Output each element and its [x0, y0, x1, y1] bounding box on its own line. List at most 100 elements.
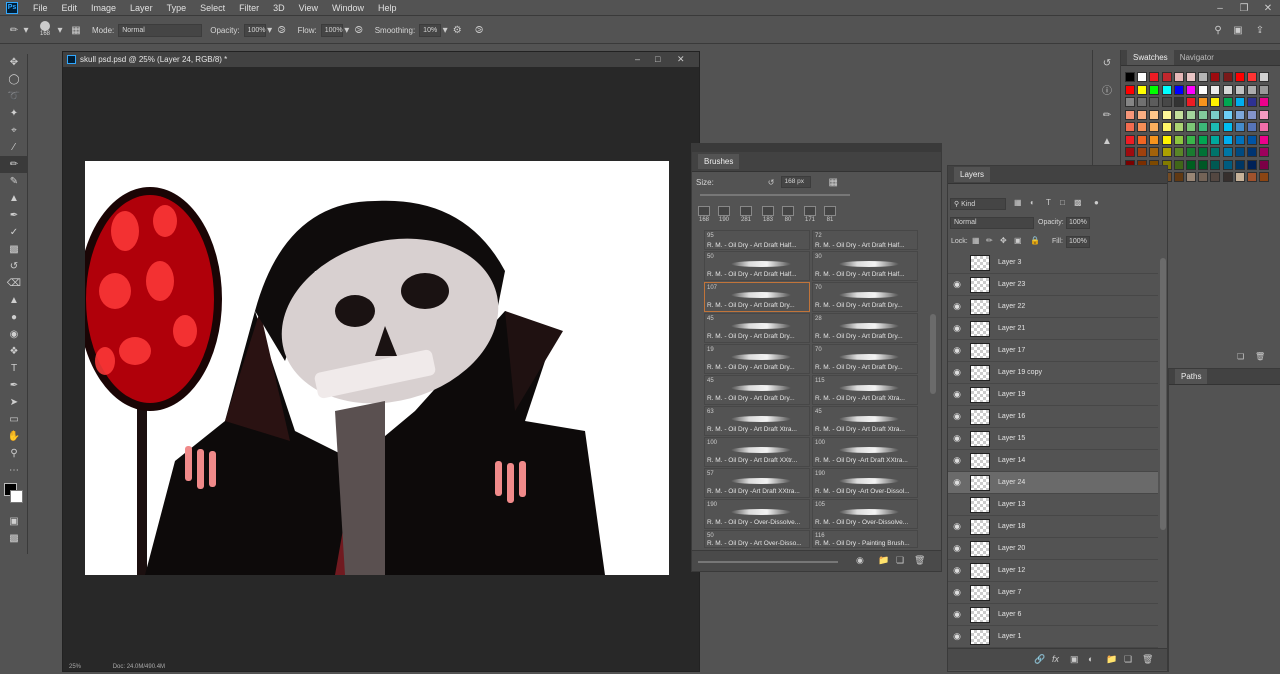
swatch[interactable] [1222, 147, 1233, 157]
chevron-down-icon[interactable]: ▾ [22, 22, 30, 38]
swatch[interactable] [1161, 147, 1172, 157]
stamp-tool-icon[interactable]: ▲ [0, 190, 28, 207]
swatch[interactable] [1173, 134, 1184, 145]
hand-tool-icon[interactable]: ✋ [0, 428, 28, 445]
swatch[interactable] [1186, 172, 1196, 182]
eye-icon[interactable]: ◉ [948, 279, 966, 290]
swatch[interactable] [1125, 72, 1135, 82]
filter-toggle-icon[interactable]: ● [1094, 198, 1099, 207]
menu-type[interactable]: Type [160, 3, 194, 13]
swatch[interactable] [1210, 84, 1221, 95]
brush-item[interactable]: 70 R. M. - Oil Dry - Art Draft Dry... [812, 344, 918, 374]
layer-name[interactable]: Layer 1 [998, 633, 1021, 640]
recent-brush[interactable]: 80 [778, 204, 798, 228]
brush-item[interactable]: 70 R. M. - Oil Dry - Art Draft Dry... [812, 282, 918, 312]
fx-icon[interactable]: fx [1052, 654, 1059, 664]
search-icon[interactable]: ⚲ [1210, 22, 1226, 38]
layer-name[interactable]: Layer 12 [998, 567, 1025, 574]
new-group-icon[interactable]: 📁 [1106, 654, 1117, 665]
sponge-tool-icon[interactable]: ❖ [0, 343, 28, 360]
swatch[interactable] [1259, 109, 1270, 120]
swatch[interactable] [1247, 84, 1257, 95]
menu-window[interactable]: Window [325, 3, 371, 13]
layer-name[interactable]: Layer 17 [998, 347, 1025, 354]
layer-row[interactable]: ◉ Layer 16 [948, 406, 1158, 428]
stamp-icon[interactable]: ▩ [0, 241, 28, 258]
lasso-tool-icon[interactable]: ➰ [0, 88, 28, 105]
size-input[interactable]: 168 px [780, 176, 811, 188]
brush-item-selected[interactable]: 107 R. M. - Oil Dry - Art Draft Dry... [704, 282, 810, 312]
swatch[interactable] [1161, 97, 1172, 107]
lock-all-icon[interactable]: 🔒 [1030, 236, 1040, 245]
smoothing-input[interactable]: 10% [419, 23, 442, 37]
delete-layer-icon[interactable]: 🗑 [1142, 654, 1153, 665]
eye-icon[interactable]: ◉ [948, 609, 966, 620]
swatch[interactable] [1247, 172, 1257, 182]
layer-row[interactable]: Layer 13 [948, 494, 1158, 516]
swatch[interactable] [1259, 84, 1270, 95]
swatch[interactable] [1234, 97, 1245, 107]
swatch[interactable] [1222, 122, 1233, 132]
filter-kind-select[interactable]: ⚲ Kind [950, 198, 1006, 210]
swatch[interactable] [1234, 147, 1245, 157]
swatch[interactable] [1149, 72, 1160, 82]
airbrush-icon[interactable]: ⧁ [351, 22, 367, 38]
rectangle-tool-icon[interactable]: ▭ [0, 411, 28, 428]
swatch[interactable] [1161, 72, 1172, 82]
swatch[interactable] [1186, 134, 1196, 145]
layer-name[interactable]: Layer 19 [998, 391, 1025, 398]
brush-item[interactable]: 190 R. M. - Oil Dry - Over-Dissolve... [704, 499, 810, 529]
swatch[interactable] [1222, 72, 1233, 82]
eye-icon[interactable]: ◉ [948, 389, 966, 400]
swatch[interactable] [1198, 147, 1209, 157]
close-icon[interactable]: ✕ [1256, 0, 1280, 16]
brush-item[interactable]: 30 R. M. - Oil Dry - Art Draft Half... [812, 251, 918, 281]
brush-item[interactable]: 190 R. M. - Oil Dry -Art Over-Dissol... [812, 468, 918, 498]
recent-brush[interactable]: 168 [694, 204, 714, 228]
eyedropper-tool-icon[interactable]: ⁄ [0, 139, 28, 156]
fill-input[interactable]: 100% [1066, 236, 1090, 248]
swatch[interactable] [1137, 147, 1148, 157]
menu-3d[interactable]: 3D [266, 3, 292, 13]
info-icon[interactable]: ⓘ [1093, 76, 1121, 102]
brush-item[interactable]: 50 R. M. - Oil Dry - Art Over-Disso... [704, 530, 810, 548]
swatch[interactable] [1222, 134, 1233, 145]
workspace-icon[interactable]: ▣ [1230, 22, 1246, 38]
quick-select-tool-icon[interactable]: ✦ [0, 105, 28, 122]
swatch[interactable] [1125, 97, 1135, 107]
swatch[interactable] [1198, 109, 1209, 120]
history-brush-icon[interactable]: ✒ [0, 207, 28, 224]
swatch[interactable] [1186, 109, 1196, 120]
swatch[interactable] [1198, 159, 1209, 170]
layer-name[interactable]: Layer 23 [998, 281, 1025, 288]
brush-item[interactable]: 105 R. M. - Oil Dry - Over-Dissolve... [812, 499, 918, 529]
layer-name[interactable]: Layer 16 [998, 413, 1025, 420]
swatch[interactable] [1234, 172, 1245, 182]
brushes-scrollbar[interactable] [930, 314, 936, 394]
menu-select[interactable]: Select [193, 3, 232, 13]
swatch[interactable] [1149, 97, 1160, 107]
eye-icon[interactable]: ◉ [948, 521, 966, 532]
brush-item[interactable]: 63 R. M. - Oil Dry - Art Draft Xtra... [704, 406, 810, 436]
menu-file[interactable]: File [26, 3, 55, 13]
eye-icon[interactable]: ◉ [948, 411, 966, 422]
brush-item[interactable]: 116 R. M. - Oil Dry - Painting Brush... [812, 530, 918, 548]
swatch[interactable] [1186, 72, 1196, 82]
layer-opacity-input[interactable]: 100% [1066, 217, 1090, 229]
swatch[interactable] [1247, 109, 1257, 120]
swatch[interactable] [1247, 147, 1257, 157]
layer-row[interactable]: ◉ Layer 22 [948, 296, 1158, 318]
opacity-input[interactable]: 100% [243, 23, 266, 37]
layer-row[interactable]: ◉ Layer 24 [948, 472, 1158, 494]
layer-name[interactable]: Layer 15 [998, 435, 1025, 442]
pixel-filter-icon[interactable]: ▦ [1014, 198, 1022, 207]
brush-item[interactable]: 115 R. M. - Oil Dry - Art Draft Xtra... [812, 375, 918, 405]
swatch[interactable] [1247, 122, 1257, 132]
history-panel-icon[interactable]: ↺ [1093, 50, 1121, 76]
layer-row[interactable]: ◉ Layer 14 [948, 450, 1158, 472]
brush-item[interactable]: 72 R. M. - Oil Dry - Art Draft Half... [812, 230, 918, 250]
swatch[interactable] [1234, 134, 1245, 145]
new-brush-icon[interactable]: ❏ [896, 555, 904, 566]
move-tool-icon[interactable]: ✥ [0, 54, 28, 71]
chevron-down-icon[interactable]: ▾ [56, 22, 64, 38]
